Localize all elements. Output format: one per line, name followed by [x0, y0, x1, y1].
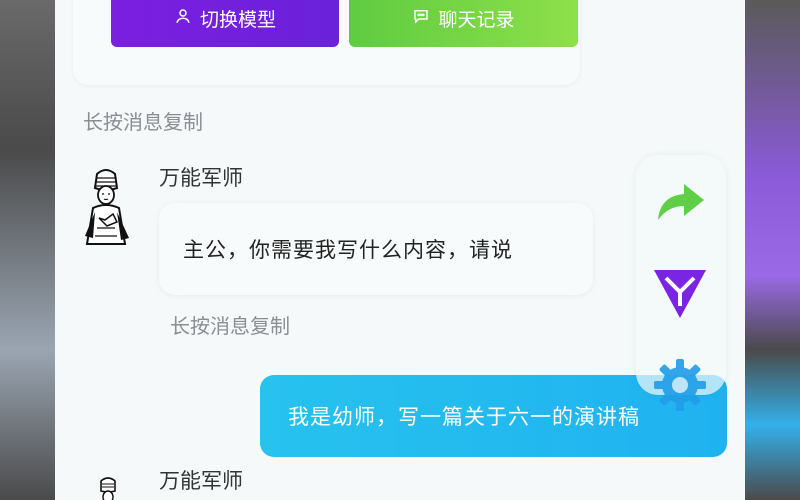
bot-message-bubble[interactable]: 主公，你需要我写什么内容，请说: [159, 203, 593, 295]
user-message-text: 我是幼师，写一篇关于六一的演讲稿: [288, 405, 640, 429]
switch-model-button[interactable]: 切换模型: [111, 0, 339, 47]
share-arrow-icon: [658, 184, 704, 220]
switch-model-label: 切换模型: [199, 8, 276, 31]
chat-bubble-icon: [412, 7, 430, 30]
share-button[interactable]: [650, 170, 710, 230]
bot-avatar[interactable]: [75, 168, 137, 248]
triangle-logo-icon: [654, 270, 706, 318]
copy-hint: 长按消息复制: [83, 110, 203, 134]
gear-icon: [654, 359, 706, 411]
bot-message-text: 主公，你需要我写什么内容，请说: [183, 238, 513, 262]
chat-history-label: 聊天记录: [438, 8, 515, 31]
bot-name: 万能军师: [159, 166, 243, 190]
action-card: 切换模型 聊天记录: [73, 0, 580, 85]
settings-button[interactable]: [650, 355, 710, 415]
copy-hint: 长按消息复制: [170, 314, 290, 338]
app-screen: 切换模型 聊天记录 长按消息复制 万能军师 主公，你需要我写什么内容，请说 长按…: [55, 0, 745, 500]
bot-avatar[interactable]: [93, 475, 123, 500]
chat-history-button[interactable]: 聊天记录: [349, 0, 578, 47]
bot-name: 万能军师: [159, 469, 243, 493]
app-logo-button[interactable]: [650, 262, 710, 322]
user-icon: [174, 7, 192, 30]
floating-action-panel: [636, 155, 726, 411]
